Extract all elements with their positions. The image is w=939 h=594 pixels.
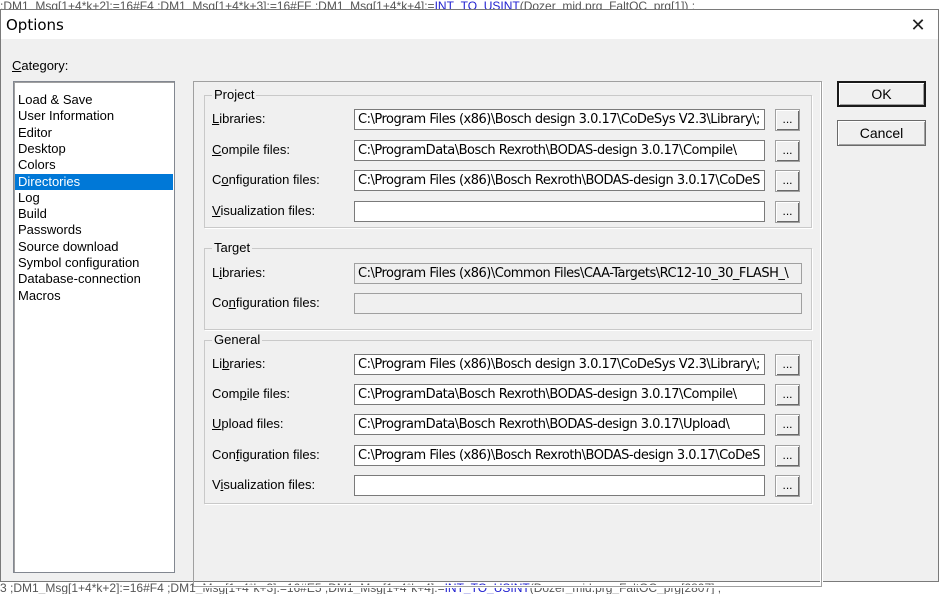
category-item-database-connection[interactable]: Database-connection (15, 271, 173, 287)
project-visualization-label: Visualization files: (212, 203, 316, 218)
general-compile-label: Compile files: (212, 386, 291, 401)
category-item-desktop[interactable]: Desktop (15, 141, 173, 157)
project-libraries-label: Libraries: (212, 111, 266, 126)
project-group: Project Libraries: C:\Program Files (x86… (204, 87, 812, 228)
general-upload-label: Upload files: (212, 416, 284, 431)
project-compile-browse-button[interactable]: ... (775, 140, 800, 162)
category-item-log[interactable]: Log (15, 190, 173, 206)
project-libraries-browse-button[interactable]: ... (775, 109, 800, 131)
general-libraries-browse-button[interactable]: ... (775, 354, 800, 376)
close-button[interactable]: ✕ (906, 14, 930, 36)
target-group: Target Libraries: C:\Program Files (x86)… (204, 240, 812, 330)
category-item-user-information[interactable]: User Information (15, 108, 173, 124)
general-upload-input[interactable]: C:\ProgramData\Bosch Rexroth\BODAS-desig… (354, 414, 765, 435)
project-libraries-input[interactable]: C:\Program Files (x86)\Bosch design 3.0.… (354, 109, 765, 130)
project-visualization-browse-button[interactable]: ... (775, 201, 800, 223)
general-visualization-label: Visualization files: (212, 477, 316, 492)
category-item-load-save[interactable]: Load & Save (15, 92, 173, 108)
cancel-button[interactable]: Cancel (837, 120, 926, 146)
project-configuration-browse-button[interactable]: ... (775, 170, 800, 192)
general-libraries-label: Libraries: (212, 356, 266, 371)
category-label: Category: (12, 58, 69, 73)
category-item-colors[interactable]: Colors (15, 157, 173, 173)
target-libraries-input: C:\Program Files (x86)\Common Files\CAA-… (354, 263, 802, 284)
options-dialog: Options ✕ Category: Load & Save User Info… (0, 9, 939, 587)
general-group: General Libraries: C:\Program Files (x86… (204, 332, 812, 504)
ok-button[interactable]: OK (837, 81, 926, 107)
close-icon: ✕ (910, 15, 926, 35)
general-compile-browse-button[interactable]: ... (775, 384, 800, 406)
general-configuration-label: Configuration files: (212, 447, 320, 462)
project-compile-input[interactable]: C:\ProgramData\Bosch Rexroth\BODAS-desig… (354, 140, 765, 161)
project-configuration-input[interactable]: C:\Program Files (x86)\Bosch Rexroth\BOD… (354, 170, 765, 191)
general-visualization-input[interactable] (354, 475, 765, 496)
category-list[interactable]: Load & Save User Information Editor Desktop… (13, 81, 175, 573)
category-item-passwords[interactable]: Passwords (15, 222, 173, 238)
category-item-directories[interactable]: Directories (15, 173, 173, 190)
dialog-title: Options (6, 16, 64, 34)
category-item-editor[interactable]: Editor (15, 125, 173, 141)
general-group-title: General (212, 332, 263, 347)
project-compile-label: Compile files: (212, 142, 291, 157)
category-item-source-download[interactable]: Source download (15, 239, 173, 255)
project-visualization-input[interactable] (354, 201, 765, 222)
title-bar[interactable]: Options ✕ (1, 10, 938, 39)
general-compile-input[interactable]: C:\ProgramData\Bosch Rexroth\BODAS-desig… (354, 384, 765, 405)
target-libraries-label: Libraries: (212, 265, 266, 280)
category-item-symbol-configuration[interactable]: Symbol configuration (15, 255, 173, 271)
directories-panel: Project Libraries: C:\Program Files (x86… (193, 81, 822, 587)
project-group-title: Project (212, 87, 257, 102)
category-item-macros[interactable]: Macros (15, 288, 173, 304)
category-item-build[interactable]: Build (15, 206, 173, 222)
target-group-title: Target (212, 240, 253, 255)
general-configuration-browse-button[interactable]: ... (775, 445, 800, 467)
target-configuration-label: Configuration files: (212, 295, 320, 310)
general-upload-browse-button[interactable]: ... (775, 414, 800, 436)
general-configuration-input[interactable]: C:\Program Files (x86)\Bosch Rexroth\BOD… (354, 445, 765, 466)
general-visualization-browse-button[interactable]: ... (775, 475, 800, 497)
general-libraries-input[interactable]: C:\Program Files (x86)\Bosch design 3.0.… (354, 354, 765, 375)
project-configuration-label: Configuration files: (212, 172, 320, 187)
target-configuration-input (354, 293, 802, 314)
